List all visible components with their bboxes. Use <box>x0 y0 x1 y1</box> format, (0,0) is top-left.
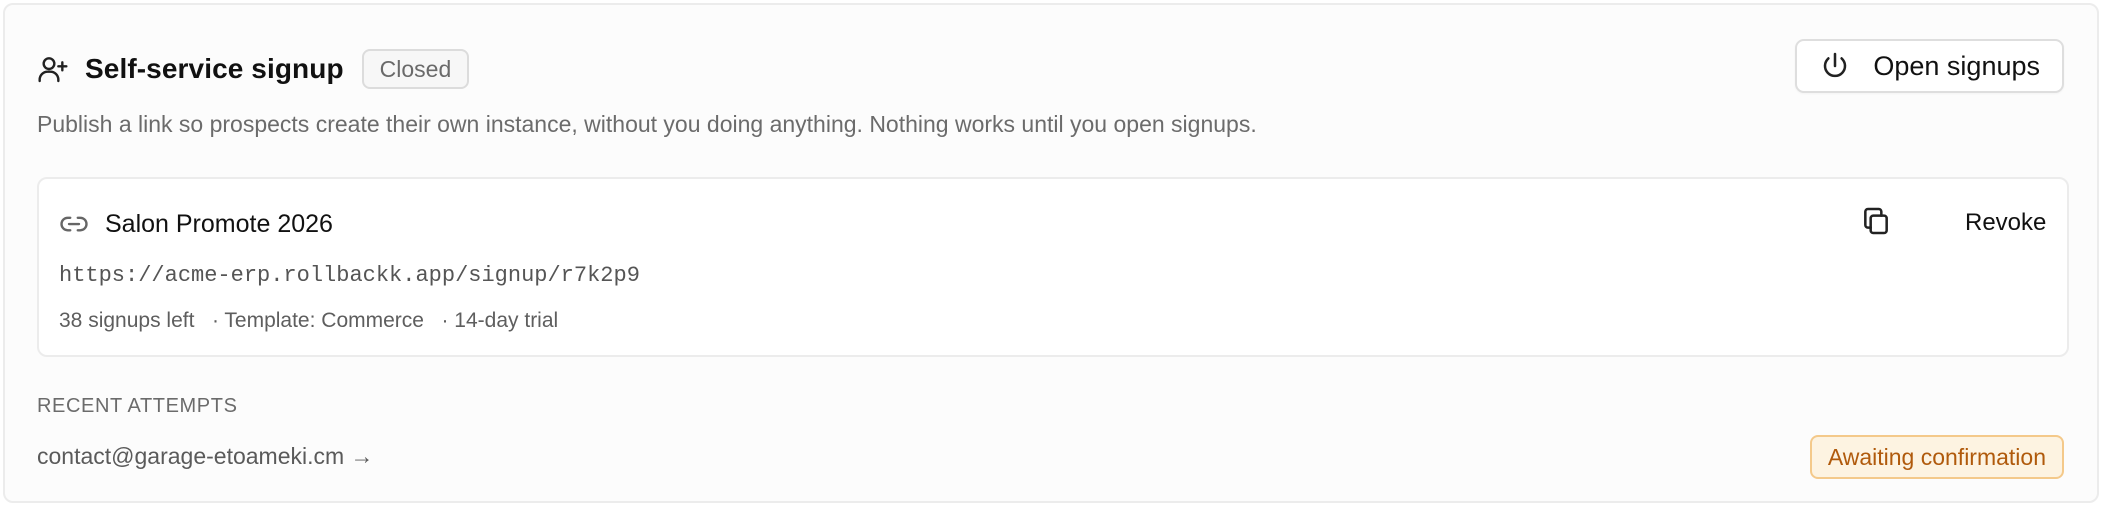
recent-attempt-link[interactable]: contact@garage-etoameki.cm → <box>37 443 374 470</box>
status-badge: Closed <box>361 49 470 89</box>
signup-link-meta: 38 signups left · Template: Commerce · 1… <box>59 309 558 333</box>
signup-link-name-row: Salon Promote 2026 <box>59 209 333 239</box>
signups-left: 38 signups left <box>59 309 195 332</box>
revoke-button[interactable]: Revoke <box>1949 201 2062 245</box>
attempt-status-badge: Awaiting confirmation <box>1809 435 2064 479</box>
card-header: Self-service signup Closed <box>37 49 470 89</box>
self-service-signup-card: Self-service signup Closed Open signups … <box>3 3 2099 503</box>
open-signups-button[interactable]: Open signups <box>1795 39 2064 93</box>
signup-link-url: https://acme-erp.rollbackk.app/signup/r7… <box>59 263 640 288</box>
signup-link-card: Salon Promote 2026 https://acme-erp.roll… <box>37 177 2069 357</box>
page-title: Self-service signup <box>85 53 344 84</box>
meta-separator <box>424 309 442 333</box>
copy-link-button[interactable] <box>1854 201 1898 245</box>
description-text: Publish a link so prospects create their… <box>37 111 1257 137</box>
open-signups-label: Open signups <box>1873 50 2040 81</box>
recent-attempts-heading: RECENT ATTEMPTS <box>37 395 238 417</box>
template-info: · Template: Commerce <box>211 309 424 332</box>
user-plus-icon <box>37 53 69 85</box>
signup-link-name: Salon Promote 2026 <box>105 209 333 238</box>
trial-info: · 14-day trial <box>441 309 559 332</box>
power-icon <box>1819 50 1851 82</box>
meta-separator <box>194 309 212 333</box>
link-icon <box>59 209 89 239</box>
copy-icon <box>1860 205 1892 242</box>
